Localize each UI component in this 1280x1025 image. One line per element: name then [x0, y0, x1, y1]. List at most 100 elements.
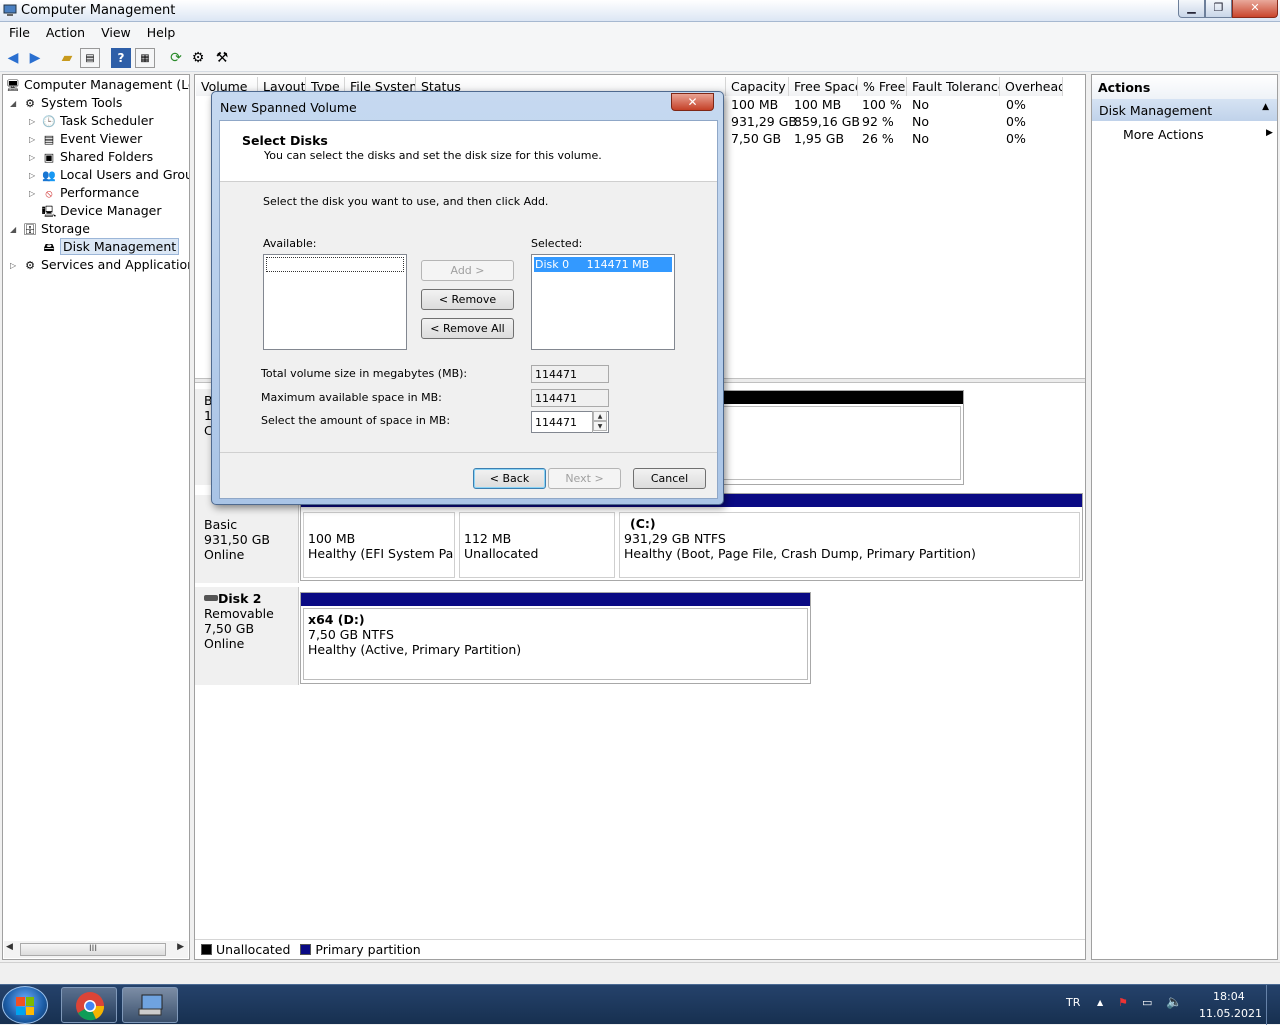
collapse-up-icon[interactable]: ▲: [1262, 102, 1269, 112]
network-icon[interactable]: ▭: [1142, 996, 1152, 1009]
up-folder-icon[interactable]: ▰: [57, 48, 77, 68]
actions-section-disk-management[interactable]: Disk Management ▲: [1092, 99, 1277, 121]
row2-fault: No: [912, 131, 929, 146]
forward-icon[interactable]: ▶: [25, 48, 45, 68]
action-center-icon[interactable]: ⚑: [1118, 996, 1128, 1009]
close-button[interactable]: ✕: [1232, 0, 1278, 18]
tree-item-event-viewer[interactable]: ▷ ▤ Event Viewer: [29, 130, 142, 148]
disk1-label[interactable]: Basic 931,50 GB Online: [195, 495, 299, 583]
device-manager-icon: 🖳: [41, 204, 57, 218]
wizard-header: Select Disks You can select the disks an…: [220, 121, 717, 182]
add-button[interactable]: Add >: [421, 260, 514, 281]
menu-view[interactable]: View: [92, 22, 138, 40]
show-hidden-icons[interactable]: ▲: [1097, 998, 1103, 1007]
taskbar: TR ▲ ⚑ ▭ 🔈 18:04 11.05.2021: [0, 984, 1280, 1025]
event-viewer-icon: ▤: [43, 132, 55, 146]
console-tree: 🖥Computer Management (Local ◢⚙System Too…: [2, 74, 190, 960]
disk2-label[interactable]: Disk 2 Removable 7,50 GB Online: [195, 587, 299, 685]
scroll-thumb[interactable]: III: [20, 943, 166, 956]
c-partition[interactable]: (C:) 931,29 GB NTFS Healthy (Boot, Page Fi…: [617, 510, 1082, 580]
menu-help[interactable]: Help: [138, 22, 183, 40]
chrome-icon: [76, 992, 105, 1021]
back-icon[interactable]: ◀: [3, 48, 23, 68]
services-icon: ⚙: [25, 258, 35, 272]
col-capacity[interactable]: Capacity: [726, 77, 789, 96]
row1-capacity: 931,29 GB: [731, 114, 797, 129]
scroll-left-icon[interactable]: ◀: [6, 942, 13, 952]
tree-horizontal-scrollbar[interactable]: ◀ III ▶: [4, 941, 188, 958]
language-indicator[interactable]: TR: [1066, 996, 1080, 1009]
selected-disks-list[interactable]: Disk 0 114471 MB: [531, 254, 675, 350]
expand-arrow-icon[interactable]: ▷: [29, 131, 41, 149]
max-space-label: Maximum available space in MB:: [261, 391, 442, 404]
tree-item-services-apps[interactable]: ▷ ⚙ Services and Applications: [10, 256, 189, 275]
expand-arrow-icon[interactable]: ▷: [10, 257, 22, 275]
cancel-button[interactable]: Cancel: [633, 468, 706, 489]
settings-icon[interactable]: ⚒: [212, 48, 232, 68]
disk-icon: 🖴: [43, 240, 55, 254]
dialog-body: Select Disks You can select the disks an…: [219, 120, 718, 499]
taskbar-chrome[interactable]: [61, 987, 117, 1023]
tree-item-performance[interactable]: ▷ ⦸ Performance: [29, 184, 139, 202]
legend: Unallocated Primary partition: [195, 939, 1085, 959]
tree-item-task-scheduler[interactable]: ▷ 🕒 Task Scheduler: [29, 112, 154, 130]
tree-item-shared-folders[interactable]: ▷ ▣ Shared Folders: [29, 148, 153, 166]
collapse-arrow-icon[interactable]: ◢: [10, 221, 22, 239]
back-button[interactable]: < Back: [473, 468, 546, 489]
more-actions-link[interactable]: More Actions ▶: [1123, 127, 1273, 142]
start-button[interactable]: [2, 986, 48, 1024]
restore-button[interactable]: ❐: [1205, 0, 1232, 18]
collapse-arrow-icon[interactable]: ◢: [10, 95, 22, 113]
clock-time[interactable]: 18:04: [1213, 990, 1245, 1003]
expand-arrow-icon[interactable]: ▷: [29, 167, 41, 185]
d-partition[interactable]: x64 (D:) 7,50 GB NTFS Healthy (Active, Pri…: [300, 592, 811, 684]
col-free-space[interactable]: Free Space: [789, 77, 858, 96]
tree-item-system-tools[interactable]: ◢ ⚙ System Tools: [10, 94, 122, 112]
col-fault-tolerance[interactable]: Fault Tolerance: [907, 77, 1000, 96]
volume-icon[interactable]: 🔈: [1166, 995, 1182, 1010]
dialog-close-button[interactable]: ✕: [671, 93, 714, 111]
spin-down-icon[interactable]: ▼: [593, 421, 607, 431]
tree-item-device-manager[interactable]: 🖳 Device Manager: [29, 202, 162, 220]
menu-action[interactable]: Action: [37, 22, 92, 40]
remove-all-button[interactable]: < Remove All: [421, 318, 514, 339]
tree-root[interactable]: 🖥Computer Management (Local: [5, 76, 189, 94]
tree-item-disk-management[interactable]: 🖴 Disk Management: [29, 238, 180, 256]
primary-swatch: [300, 944, 312, 955]
remove-button[interactable]: < Remove: [421, 289, 514, 310]
show-desktop-button[interactable]: [1266, 985, 1280, 1025]
status-bar: [0, 962, 1280, 984]
clock-date[interactable]: 11.05.2021: [1199, 1007, 1262, 1020]
users-icon: 👥: [42, 168, 56, 182]
tree-item-local-users[interactable]: ▷👥Local Users and Groups: [29, 166, 189, 185]
spin-up-icon[interactable]: ▲: [593, 411, 607, 421]
col-overhead[interactable]: Overhead: [1000, 77, 1063, 96]
properties-icon[interactable]: ▦: [135, 48, 155, 68]
show-hide-tree-icon[interactable]: ▤: [80, 48, 100, 68]
expand-arrow-icon[interactable]: ▷: [29, 149, 41, 167]
tree-item-storage[interactable]: ◢ 🗄 Storage: [10, 220, 90, 238]
efi-partition[interactable]: 100 MBHealthy (EFI System Partiti: [301, 510, 457, 580]
toolbox-icon: ⚙: [25, 96, 35, 110]
expand-arrow-icon[interactable]: ▷: [29, 185, 41, 203]
disk0-unallocated-partition[interactable]: [719, 390, 964, 485]
instruction-text: Select the disk you want to use, and the…: [263, 195, 549, 208]
selected-disk-item[interactable]: Disk 0 114471 MB: [534, 257, 672, 272]
connect-icon[interactable]: ⚙: [188, 48, 208, 68]
scroll-right-icon[interactable]: ▶: [177, 942, 184, 952]
expand-arrow-icon[interactable]: ▷: [29, 113, 41, 131]
help-icon[interactable]: ?: [111, 48, 131, 68]
taskbar-computer-management[interactable]: [122, 987, 178, 1023]
col-percent-free[interactable]: % Free: [858, 77, 907, 96]
menu-file[interactable]: File: [0, 22, 37, 40]
refresh-icon[interactable]: ⟳: [166, 48, 186, 68]
unallocated-partition[interactable]: 112 MB Unallocated: [457, 510, 617, 580]
amount-spinner[interactable]: ▲ ▼: [592, 411, 607, 433]
toolbar: ◀ ▶ ▰ ▤ ? ▦ ⟳ ⚙ ⚒: [0, 44, 1280, 72]
unallocated-swatch: [201, 944, 212, 955]
minimize-button[interactable]: ▁: [1178, 0, 1205, 18]
window-titlebar: Computer Management ▁ ❐ ✕: [0, 0, 1280, 22]
windows-logo-icon: [16, 997, 34, 1015]
available-disks-list[interactable]: [263, 254, 407, 350]
next-button[interactable]: Next >: [548, 468, 621, 489]
